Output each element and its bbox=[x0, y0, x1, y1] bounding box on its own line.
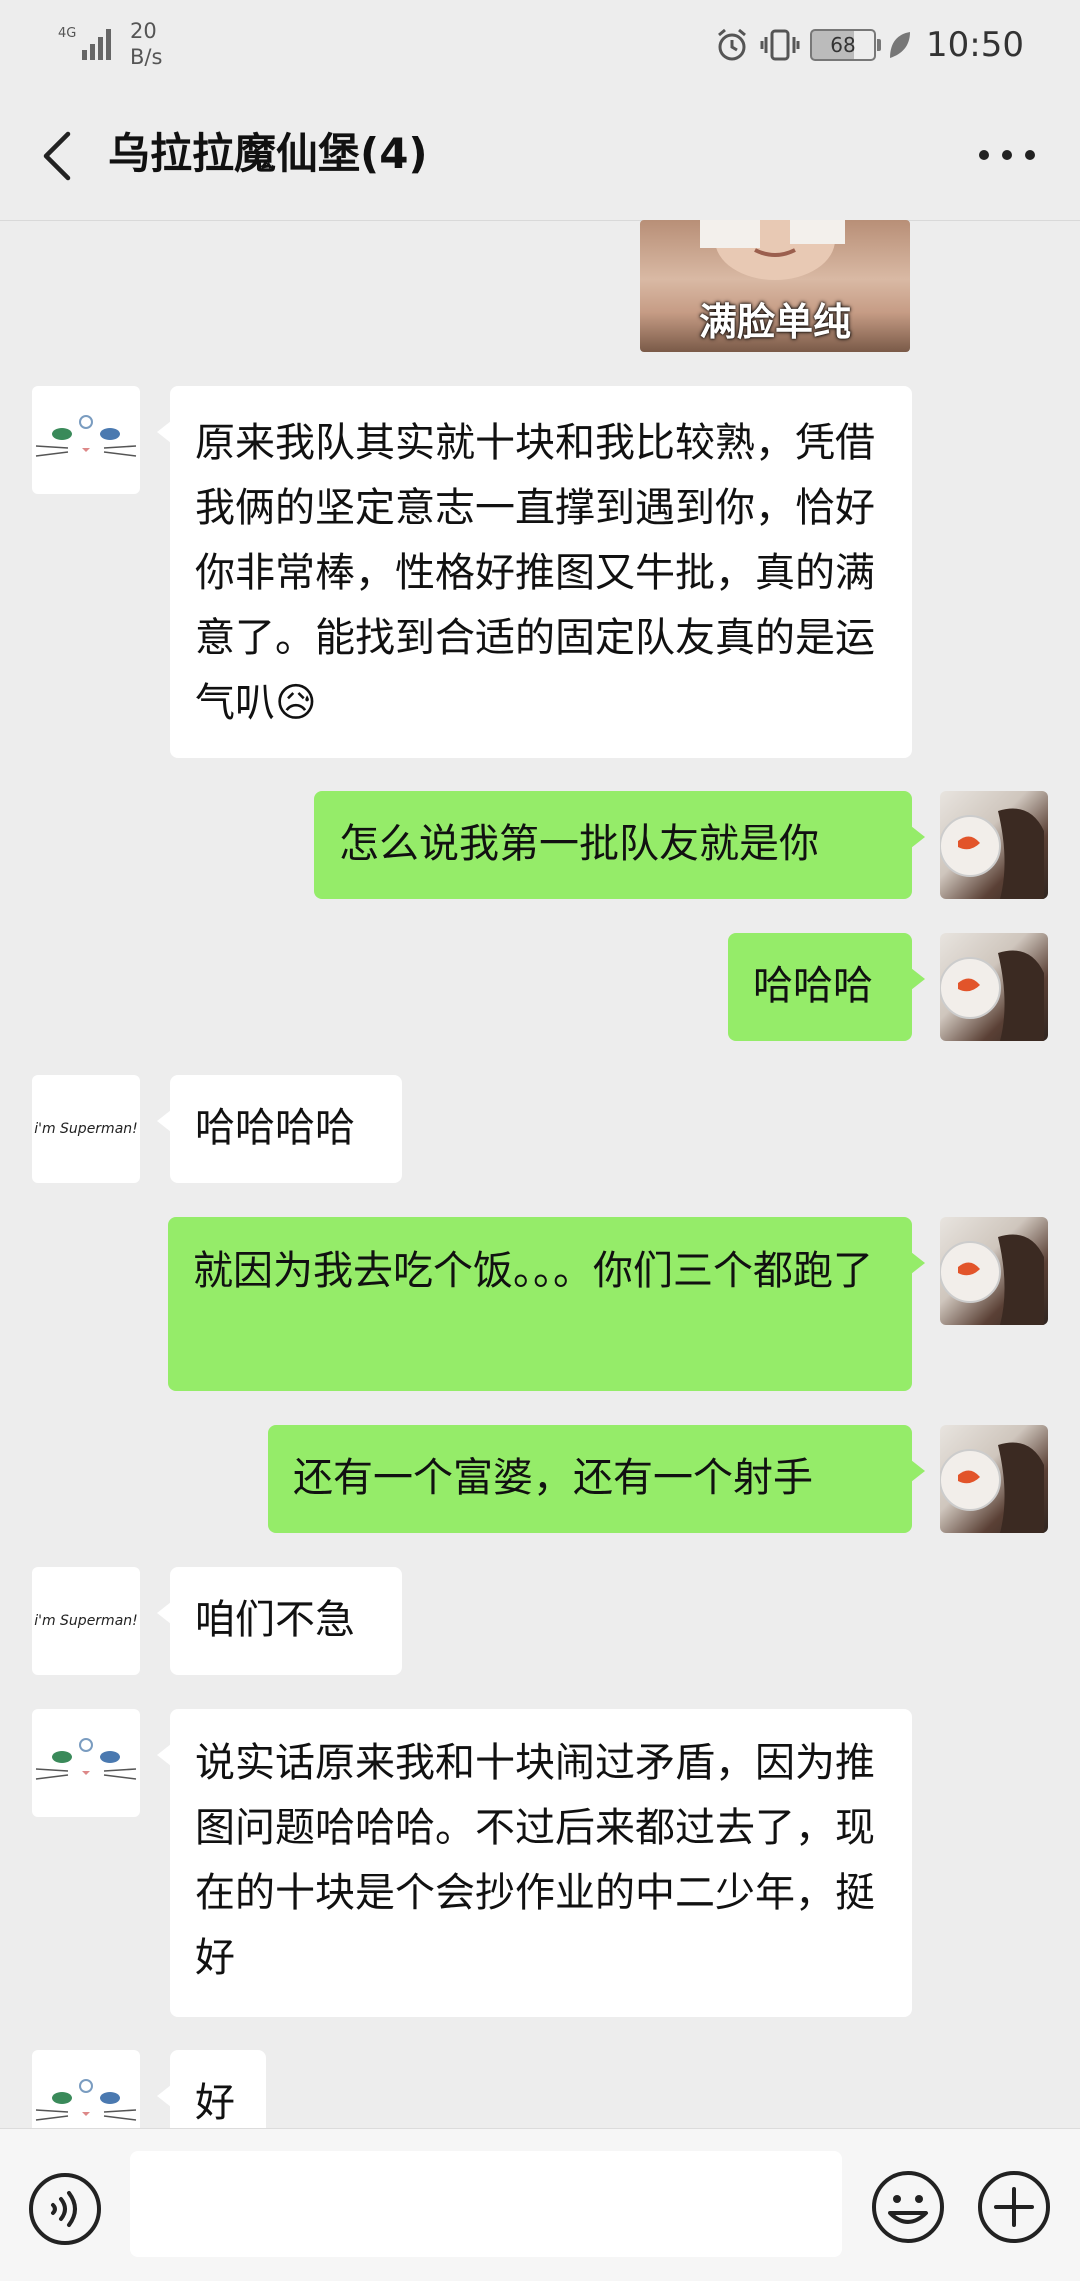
message-bubble-received[interactable]: 哈哈哈哈 bbox=[157, 1075, 402, 1183]
avatar-cat[interactable] bbox=[32, 1709, 140, 1817]
message-bubble-sent[interactable]: 怎么说我第一批队友就是你 bbox=[314, 791, 925, 899]
message-input[interactable] bbox=[130, 2151, 842, 2257]
avatar-me[interactable] bbox=[940, 791, 1048, 899]
battery-icon: 68 bbox=[810, 29, 882, 61]
goldfish-avatar-image bbox=[940, 950, 1044, 1041]
network-speed: 20 B/s bbox=[130, 18, 162, 70]
svg-text:4G: 4G bbox=[58, 26, 76, 41]
emoji-icon[interactable] bbox=[870, 2169, 946, 2245]
back-arrow-icon[interactable] bbox=[34, 126, 84, 186]
avatar-me[interactable] bbox=[940, 933, 1048, 1041]
goldfish-avatar-image bbox=[940, 1234, 1044, 1325]
avatar-superman[interactable]: i'm Superman! bbox=[32, 1567, 140, 1675]
status-bar: 4G 20 B/s 68 10:50 bbox=[0, 0, 1080, 90]
vibrate-icon bbox=[760, 29, 800, 61]
cat-avatar-image bbox=[35, 415, 137, 457]
goldfish-avatar-image bbox=[940, 808, 1044, 899]
chat-header: 乌拉拉魔仙堡(4) bbox=[0, 90, 1080, 221]
voice-input-icon[interactable] bbox=[27, 2171, 103, 2247]
leaf-icon bbox=[890, 32, 911, 58]
signal-icon: 4G bbox=[58, 26, 111, 60]
avatar-me[interactable] bbox=[940, 1217, 1048, 1325]
message-bubble-received[interactable]: 说实话原来我和十块闹过矛盾，因为推图问题哈哈哈。不过后来都过去了，现在的十块是个… bbox=[157, 1709, 912, 2017]
sticker-caption: 满脸单纯 bbox=[698, 300, 851, 344]
message-bubble-sent[interactable]: 就因为我去吃个饭。。。你们三个都跑了 bbox=[168, 1217, 925, 1391]
chat-input-bar bbox=[0, 2128, 1080, 2281]
superman-avatar-text: i'm Superman! bbox=[34, 1121, 138, 1137]
goldfish-avatar-image bbox=[940, 1442, 1044, 1533]
alarm-icon bbox=[718, 28, 746, 61]
status-icons: 68 10:50 bbox=[714, 22, 1024, 68]
cat-avatar-image bbox=[35, 1738, 137, 1780]
network-speed-unit: B/s bbox=[130, 45, 163, 69]
more-options-icon[interactable] bbox=[972, 130, 1042, 180]
more-functions-plus-icon[interactable] bbox=[976, 2169, 1052, 2245]
clock: 10:50 bbox=[926, 25, 1024, 65]
avatar-me[interactable] bbox=[940, 1425, 1048, 1533]
superman-avatar-text: i'm Superman! bbox=[34, 1613, 138, 1629]
message-bubble-sent[interactable]: 哈哈哈 bbox=[728, 933, 925, 1041]
sticker-message[interactable]: 满脸单纯 bbox=[640, 220, 910, 352]
message-bubble-received[interactable]: 原来我队其实就十块和我比较熟，凭借我俩的坚定意志一直撑到遇到你，恰好你非常棒，性… bbox=[157, 386, 912, 758]
chat-title: 乌拉拉魔仙堡(4) bbox=[108, 129, 428, 178]
avatar-cat[interactable] bbox=[32, 386, 140, 494]
message-bubble-sent[interactable]: 还有一个富婆，还有一个射手 bbox=[268, 1425, 925, 1533]
message-bubble-received[interactable]: 咱们不急 bbox=[157, 1567, 402, 1675]
network-speed-value: 20 bbox=[130, 19, 157, 43]
avatar-superman[interactable]: i'm Superman! bbox=[32, 1075, 140, 1183]
